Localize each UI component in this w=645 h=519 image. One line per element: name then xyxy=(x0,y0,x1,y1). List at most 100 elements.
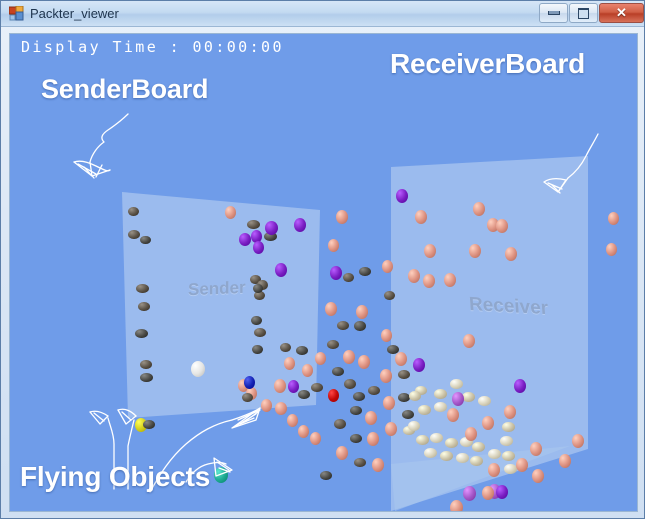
3d-scene[interactable]: Sender Receiver Display Time: 00:00:00 xyxy=(10,34,637,511)
flying-object xyxy=(423,274,435,288)
flying-object xyxy=(382,260,393,273)
flying-object xyxy=(191,361,205,377)
flying-object xyxy=(502,422,515,432)
packter-viewer-window: Packter_viewer ✕ Sender Receiver Display… xyxy=(0,0,645,519)
flying-object xyxy=(350,434,362,443)
flying-object xyxy=(482,416,494,430)
flying-object xyxy=(138,302,150,311)
flying-object xyxy=(395,352,407,366)
flying-object xyxy=(334,419,346,429)
flying-object xyxy=(398,370,410,379)
receiver-board-annotation: ReceiverBoard xyxy=(390,48,586,79)
flying-object xyxy=(532,469,544,483)
flying-object xyxy=(430,433,443,443)
flying-object xyxy=(502,451,515,461)
close-button[interactable]: ✕ xyxy=(599,3,644,23)
maximize-button[interactable] xyxy=(569,3,598,23)
close-icon: ✕ xyxy=(616,5,627,20)
receiver-board-label: Receiver xyxy=(468,293,549,320)
flying-object xyxy=(440,451,453,461)
flying-object xyxy=(488,449,501,459)
flying-object xyxy=(288,380,299,393)
display-time-text: Display Time : 00:00:00 xyxy=(21,38,284,56)
flying-object xyxy=(337,321,349,330)
flying-object xyxy=(336,210,348,224)
flying-object xyxy=(287,414,298,427)
flying-object xyxy=(280,343,291,352)
window-title: Packter_viewer xyxy=(30,6,119,21)
flying-object xyxy=(488,463,500,477)
flying-object xyxy=(254,328,266,337)
flying-object xyxy=(496,219,508,233)
flying-object xyxy=(135,329,148,338)
flying-object xyxy=(472,442,485,452)
title-bar: Packter_viewer ✕ xyxy=(1,1,644,27)
flying-object xyxy=(385,422,397,436)
window-controls: ✕ xyxy=(538,3,644,24)
flying-object xyxy=(253,284,263,293)
flying-object xyxy=(516,458,528,472)
flying-object xyxy=(330,266,342,280)
flying-object xyxy=(469,244,481,258)
flying-object xyxy=(402,410,414,419)
flying-object xyxy=(328,239,339,252)
flying-object xyxy=(265,221,278,235)
flying-object xyxy=(325,302,337,316)
flying-object xyxy=(463,486,476,501)
flying-object xyxy=(559,454,571,468)
flying-object xyxy=(358,355,370,369)
flying-object xyxy=(140,360,152,369)
flying-object xyxy=(381,329,392,342)
flying-object xyxy=(140,373,153,382)
flying-object xyxy=(530,442,542,456)
flying-object xyxy=(343,350,355,364)
sender-board-label: Sender xyxy=(188,277,246,300)
flying-object xyxy=(572,434,584,448)
maximize-icon xyxy=(570,4,597,22)
flying-object xyxy=(252,345,263,354)
flying-object xyxy=(354,321,366,331)
flying-object xyxy=(247,220,260,229)
flying-object xyxy=(424,448,437,458)
flying-object xyxy=(320,471,332,480)
flying-object xyxy=(354,458,366,467)
flying-object xyxy=(128,230,140,239)
flying-object xyxy=(413,358,425,372)
flying-object xyxy=(244,376,255,389)
flying-object xyxy=(608,212,619,225)
flying-object xyxy=(416,435,429,445)
flying-object xyxy=(450,379,463,389)
flying-object xyxy=(275,263,287,277)
flying-object xyxy=(418,405,431,415)
minimize-button[interactable] xyxy=(539,3,568,23)
flying-object xyxy=(261,399,272,412)
flying-object xyxy=(140,236,151,244)
flying-object xyxy=(344,379,356,389)
flying-object xyxy=(353,392,365,401)
flying-object xyxy=(253,241,264,254)
flying-object xyxy=(372,458,384,472)
flying-object xyxy=(606,243,617,256)
flying-object xyxy=(447,408,459,422)
flying-object xyxy=(296,346,308,355)
flying-object xyxy=(500,436,513,446)
flying-object xyxy=(310,432,321,445)
flying-object xyxy=(450,500,463,511)
flying-object xyxy=(396,189,408,203)
flying-object xyxy=(505,247,517,261)
flying-object xyxy=(298,425,309,438)
flying-object xyxy=(478,396,491,406)
flying-object xyxy=(343,273,354,282)
flying-object xyxy=(424,244,436,258)
flying-object xyxy=(452,392,464,406)
minimize-icon xyxy=(540,4,567,22)
flying-object xyxy=(328,389,339,402)
flying-object xyxy=(470,456,483,466)
flying-object xyxy=(311,383,323,392)
flying-object xyxy=(504,405,516,419)
flying-object xyxy=(383,396,395,410)
flying-object xyxy=(463,334,475,348)
flying-object xyxy=(415,210,427,224)
flying-object xyxy=(482,486,494,500)
flying-object xyxy=(456,453,469,463)
